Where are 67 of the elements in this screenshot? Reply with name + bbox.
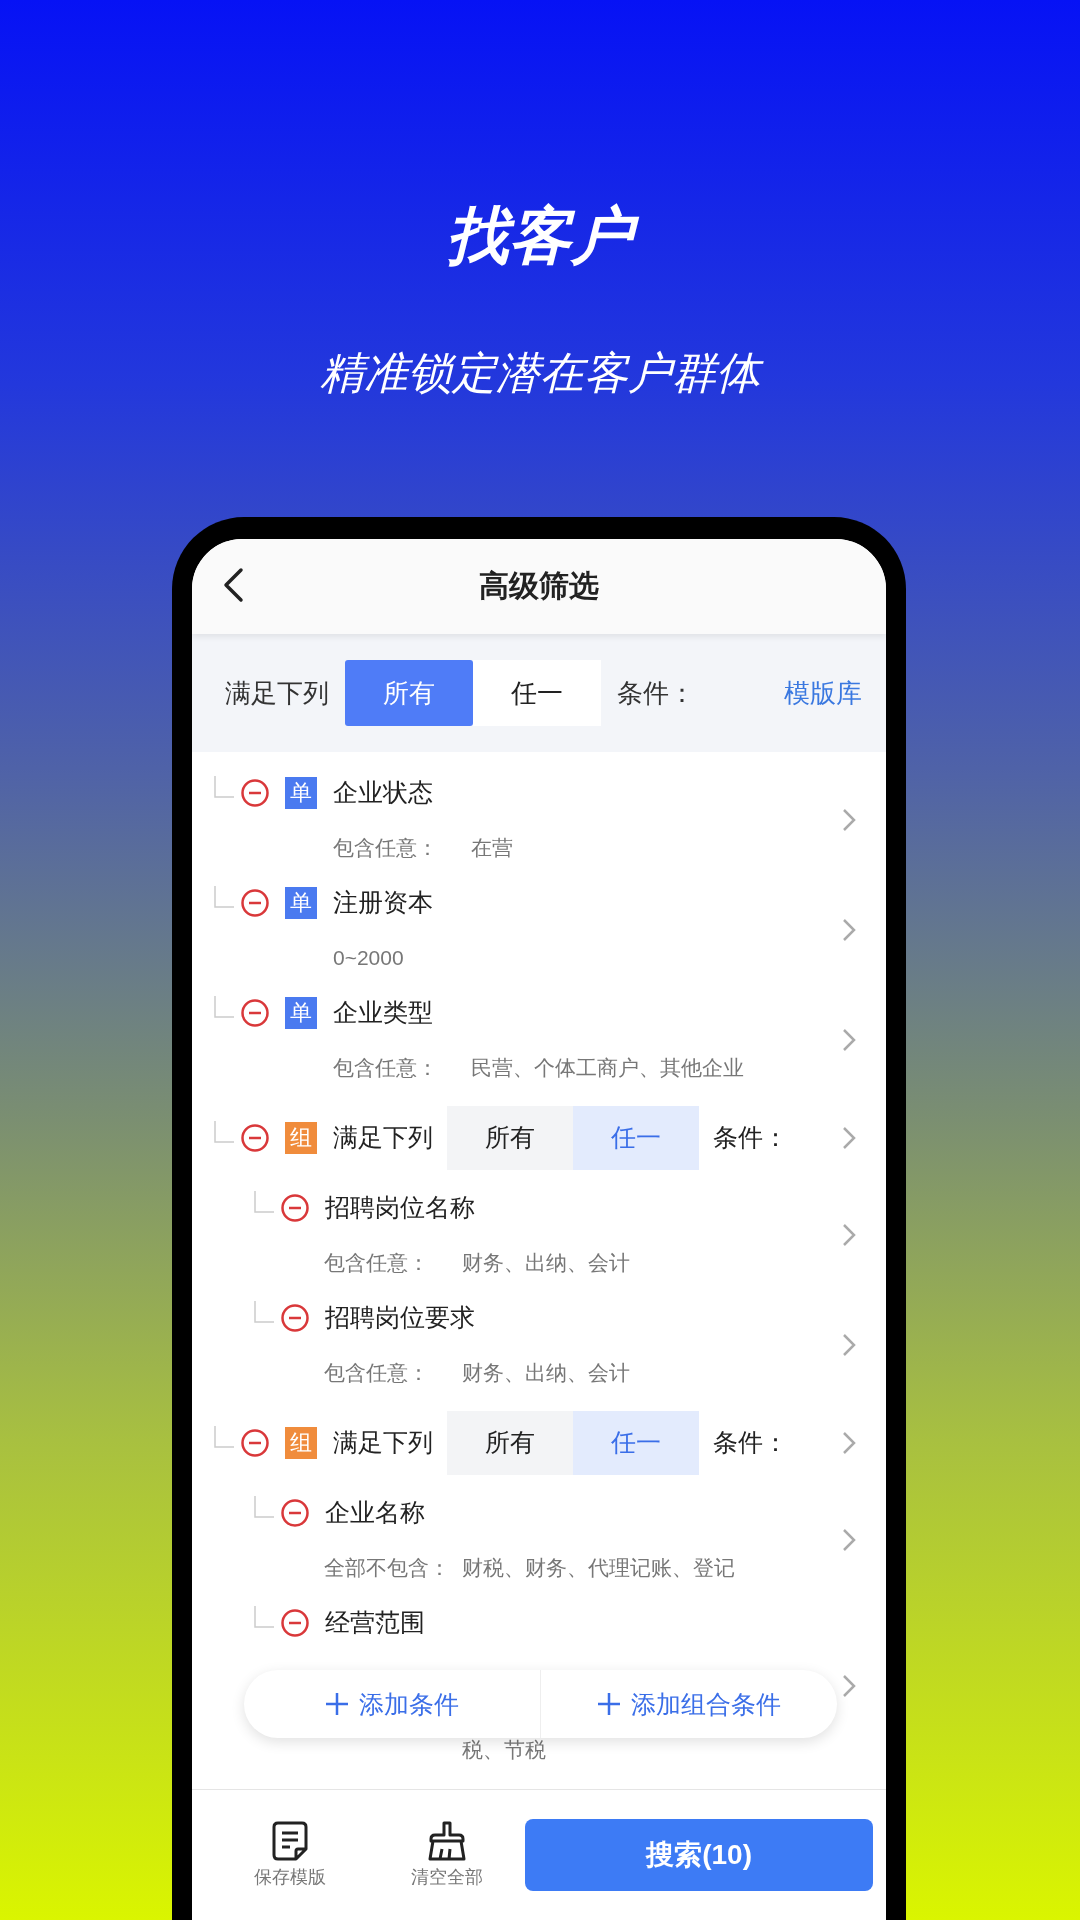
condition-name: 招聘岗位要求 [325,1302,475,1333]
condition-operator: 包含任意： [333,1054,439,1081]
match-option[interactable]: 所有 [345,660,473,726]
condition-operator: 包含任意： [324,1249,430,1276]
group-option[interactable]: 所有 [447,1105,573,1170]
condition-value: 财税、财务、代理记账、登记 [462,1554,735,1581]
plus-icon [325,1692,349,1716]
condition-name: 企业类型 [333,997,433,1028]
single-badge: 单 [285,776,317,809]
remove-icon[interactable] [241,888,269,917]
condition-value: 0~2000 [333,945,404,970]
template-link[interactable]: 模版库 [784,675,862,711]
match-option[interactable]: 任一 [473,660,601,726]
condition-name: 企业名称 [325,1497,425,1528]
page-title: 高级筛选 [479,568,599,604]
group-suffix: 条件： [713,1122,788,1153]
group-label: 满足下列 [333,1427,433,1458]
tree-line-icon [214,1120,234,1143]
condition-value: 财务、出纳、会计 [462,1359,630,1386]
group-badge: 组 [285,1426,317,1459]
group-option[interactable]: 所有 [447,1410,573,1475]
condition-operator: 包含任意： [324,1359,430,1386]
document-icon [272,1821,309,1861]
condition-name: 注册资本 [333,887,433,918]
match-suffix: 条件： [617,676,695,710]
remove-icon[interactable] [241,998,269,1027]
condition-name: 企业状态 [333,777,433,808]
match-label: 满足下列 [225,676,330,710]
bottom-action-button[interactable]: 保存模版 [212,1821,369,1889]
single-badge: 单 [285,886,317,919]
group-badge: 组 [285,1121,317,1154]
remove-icon[interactable] [281,1498,309,1527]
condition-operator: 全部不包含： [324,1554,451,1581]
group-label: 满足下列 [333,1122,433,1153]
remove-icon[interactable] [241,1123,269,1152]
tree-line-icon [254,1605,274,1628]
group-suffix: 条件： [713,1427,788,1458]
group-option[interactable]: 任一 [573,1410,699,1475]
tree-line-icon [254,1300,274,1323]
plus-icon [597,1692,621,1716]
condition-value: 财务、出纳、会计 [462,1249,630,1276]
condition-value: 税、节税 [462,1736,546,1763]
back-icon[interactable] [222,567,244,603]
tree-line-icon [214,885,234,908]
tree-line-icon [254,1495,274,1518]
condition-value: 在营 [471,834,513,861]
remove-icon[interactable] [281,1303,309,1332]
remove-icon[interactable] [241,778,269,807]
hero-title: 找客户 [433,196,647,276]
add-condition-button[interactable]: 添加组合条件 [540,1670,837,1738]
single-badge: 单 [285,996,317,1029]
bottom-action-button[interactable]: 清空全部 [368,1821,526,1889]
remove-icon[interactable] [281,1608,309,1637]
group-option[interactable]: 任一 [573,1105,699,1170]
search-button[interactable]: 搜索(10) [525,1819,873,1891]
remove-icon[interactable] [281,1193,309,1222]
add-condition-button[interactable]: 添加条件 [244,1670,540,1738]
broom-icon [426,1821,467,1861]
condition-name: 招聘岗位名称 [325,1192,475,1223]
tree-line-icon [254,1190,274,1213]
condition-value: 民营、个体工商户、其他企业 [471,1054,744,1081]
condition-operator: 包含任意： [333,834,439,861]
tree-line-icon [214,1425,234,1448]
remove-icon[interactable] [241,1428,269,1457]
tree-line-icon [214,775,234,798]
tree-line-icon [214,995,234,1018]
condition-name: 经营范围 [325,1607,425,1638]
